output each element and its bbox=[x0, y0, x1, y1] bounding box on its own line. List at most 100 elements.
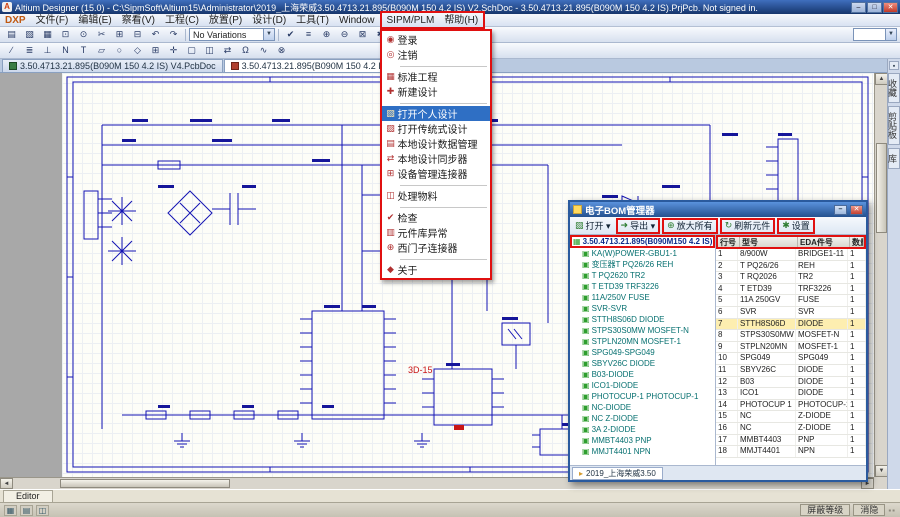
bom-tree-item[interactable]: ▣ T ETD39 TRF3226 bbox=[570, 281, 715, 292]
menu-option[interactable] bbox=[400, 256, 487, 260]
menu-option[interactable]: ◎ 注销 bbox=[382, 47, 490, 62]
toolbar-button-icon[interactable]: ≣ bbox=[21, 44, 38, 58]
menu-item[interactable]: 放置(P) bbox=[204, 14, 247, 27]
toolbar-button-icon[interactable]: ⊖ bbox=[336, 28, 353, 42]
dock-panel-icon[interactable]: ▤ bbox=[20, 505, 33, 516]
toolbar-button-icon[interactable]: ⊟ bbox=[129, 28, 146, 42]
menu-option[interactable]: ▤ 本地设计数据管理 bbox=[382, 136, 490, 151]
toolbar-button-icon[interactable]: ◇ bbox=[129, 44, 146, 58]
menu-option[interactable]: ▥ 元件库异常 bbox=[382, 225, 490, 240]
panel-pin-icon[interactable]: ▪ bbox=[889, 61, 899, 70]
bom-tree-item[interactable]: ▣ ICO1-DIODE bbox=[570, 380, 715, 391]
table-row[interactable]: 4 T ETD39 TRF3226 1 bbox=[716, 284, 866, 296]
toolbar-button-icon[interactable]: ◫ bbox=[201, 44, 218, 58]
menu-option[interactable]: ✔ 检查 bbox=[382, 210, 490, 225]
menu-item-sipm-plm[interactable]: SIPM/PLM bbox=[382, 14, 440, 27]
toolbar-button-icon[interactable]: ✂ bbox=[93, 28, 110, 42]
menu-item[interactable]: 察看(V) bbox=[117, 14, 160, 27]
menu-item[interactable]: 工具(T) bbox=[291, 14, 334, 27]
bom-toolbar-button[interactable]: ➜ 导出 ▾ bbox=[616, 218, 661, 234]
minimize-button[interactable]: – bbox=[851, 2, 866, 13]
right-panel-tab[interactable]: 收藏 bbox=[888, 73, 900, 103]
toolbar-button-icon[interactable]: ⊞ bbox=[147, 44, 164, 58]
horizontal-scroll-thumb[interactable] bbox=[60, 479, 230, 488]
toolbar-button-icon[interactable]: ⇄ bbox=[219, 44, 236, 58]
bom-tree-item[interactable]: ▣ PHOTOCUP-1 PHOTOCUP-1 bbox=[570, 391, 715, 402]
toolbar-button-icon[interactable]: ✔ bbox=[282, 28, 299, 42]
toolbar-button-icon[interactable]: ⊥ bbox=[39, 44, 56, 58]
dock-panel-icon[interactable]: ▦ bbox=[4, 505, 17, 516]
close-button[interactable]: ✕ bbox=[883, 2, 898, 13]
table-row[interactable]: 12 B03 DIODE 1 bbox=[716, 377, 866, 389]
right-panel-tab[interactable]: 剪贴板 bbox=[888, 106, 900, 145]
toolbar-button-icon[interactable]: ⊠ bbox=[354, 28, 371, 42]
bom-tree-root[interactable]: ▦ 3.50.4713.21.895(B090M150 4.2 IS) V4.1 bbox=[570, 235, 715, 248]
table-row[interactable]: 7 STTH8S06D DIODE 1 bbox=[716, 319, 866, 331]
table-row[interactable]: 15 NC Z-DIODE 1 bbox=[716, 411, 866, 423]
toolbar-button-icon[interactable]: ⊙ bbox=[75, 28, 92, 42]
bom-title-bar[interactable]: 电子BOM管理器 – ✕ bbox=[570, 202, 866, 217]
table-row[interactable]: 13 ICO1 DIODE 1 bbox=[716, 388, 866, 400]
table-row[interactable]: 17 MMBT4403 PNP 1 bbox=[716, 435, 866, 447]
toolbar-button-icon[interactable]: ▧ bbox=[21, 28, 38, 42]
menu-item[interactable]: 工程(C) bbox=[160, 14, 204, 27]
bom-toolbar-button[interactable]: ⊕ 放大所有 bbox=[662, 218, 718, 234]
menu-option[interactable]: ⊞ 设备管理连接器 bbox=[382, 166, 490, 181]
toolbar-button-icon[interactable]: ∿ bbox=[255, 44, 272, 58]
menu-option[interactable] bbox=[400, 182, 487, 186]
menu-item[interactable]: 编辑(E) bbox=[73, 14, 116, 27]
chevron-down-icon[interactable]: ▼ bbox=[885, 29, 896, 40]
bom-tree-item[interactable]: ▣ SVR-SVR bbox=[570, 303, 715, 314]
menu-option[interactable]: ▦ 标准工程 bbox=[382, 69, 490, 84]
table-row[interactable]: 18 MMJT4401 NPN 1 bbox=[716, 446, 866, 458]
dock-panel-icon[interactable]: ◫ bbox=[36, 505, 49, 516]
variations-combo[interactable]: No Variations ▼ bbox=[189, 28, 275, 41]
bom-project-tab[interactable]: ▸ 2019_上海荣威3.50 bbox=[572, 467, 663, 480]
right-panel-tab[interactable]: 库 bbox=[888, 148, 900, 169]
toolbar-button-icon[interactable]: ⊗ bbox=[273, 44, 290, 58]
menu-option[interactable]: ⊕ 西门子连接器 bbox=[382, 240, 490, 255]
menu-option[interactable] bbox=[400, 100, 487, 104]
bom-tree-item[interactable]: ▣ T PQ2620 TR2 bbox=[570, 270, 715, 281]
toolbar-button-icon[interactable]: ⊞ bbox=[111, 28, 128, 42]
table-row[interactable]: 3 T RQ2026 TR2 1 bbox=[716, 272, 866, 284]
bom-tree-item[interactable]: ▣ MMBT4403 PNP bbox=[570, 435, 715, 446]
table-row[interactable]: 2 T PQ26/26 REH 1 bbox=[716, 261, 866, 273]
bom-tree-item[interactable]: ▣ 3A 2-DIODE bbox=[570, 424, 715, 435]
dock-button[interactable]: 屏蔽等级 bbox=[800, 504, 850, 516]
table-row[interactable]: 16 NC Z-DIODE 1 bbox=[716, 423, 866, 435]
bom-tree-item[interactable]: ▣ B03-DIODE bbox=[570, 369, 715, 380]
table-row[interactable]: 8 STPS30S0MW MOSFET-N 1 bbox=[716, 330, 866, 342]
maximize-button[interactable]: □ bbox=[867, 2, 882, 13]
toolbar-button-icon[interactable]: N bbox=[57, 44, 74, 58]
menu-option[interactable]: ◆ 关于 bbox=[382, 262, 490, 277]
toolbar-button-icon[interactable]: T bbox=[75, 44, 92, 58]
bom-tree-item[interactable]: ▣ NC Z-DIODE bbox=[570, 413, 715, 424]
bom-column-header[interactable]: 行号 bbox=[718, 237, 740, 247]
table-row[interactable]: 1 8/900W BRIDGE1-11 1 bbox=[716, 249, 866, 261]
bom-tree-item[interactable]: ▣ 11A/250V FUSE bbox=[570, 292, 715, 303]
toolbar-button-icon[interactable]: ▤ bbox=[3, 28, 20, 42]
bom-tree-item[interactable]: ▣ NC-DIODE bbox=[570, 402, 715, 413]
menu-item[interactable]: DXP bbox=[0, 14, 31, 27]
menu-option[interactable]: ◉ 登录 bbox=[382, 32, 490, 47]
scroll-left-arrow-icon[interactable]: ◄ bbox=[0, 478, 13, 489]
menu-item-help[interactable]: 帮助(H) bbox=[439, 14, 483, 27]
bom-tree-item[interactable]: ▣ STPLN20MN MOSFET-1 bbox=[570, 336, 715, 347]
toolbar-button-icon[interactable]: ↶ bbox=[147, 28, 164, 42]
menu-option[interactable] bbox=[400, 204, 487, 208]
bom-tree-item[interactable]: ▣ SBYV26C DIODE bbox=[570, 358, 715, 369]
bom-tree-item[interactable]: ▣ MMJT4401 NPN bbox=[570, 446, 715, 457]
menu-option[interactable]: ▧ 打开个人设计 bbox=[382, 106, 490, 121]
bom-minimize-button[interactable]: – bbox=[834, 205, 847, 215]
dock-button[interactable]: 消隐 bbox=[853, 504, 885, 516]
bom-tree-item[interactable]: ▣ STPS30S0MW MOSFET-N bbox=[570, 325, 715, 336]
secondary-combo[interactable]: ▼ bbox=[853, 28, 897, 41]
table-row[interactable]: 6 SVR SVR 1 bbox=[716, 307, 866, 319]
menu-option[interactable] bbox=[400, 63, 487, 67]
toolbar-button-icon[interactable]: ≡ bbox=[300, 28, 317, 42]
toolbar-button-icon[interactable]: ▱ bbox=[93, 44, 110, 58]
menu-option[interactable]: ◫ 处理物料 bbox=[382, 188, 490, 203]
toolbar-button-icon[interactable]: ⊡ bbox=[57, 28, 74, 42]
bom-toolbar-button[interactable]: ↻ 刷新元件 bbox=[720, 218, 776, 234]
